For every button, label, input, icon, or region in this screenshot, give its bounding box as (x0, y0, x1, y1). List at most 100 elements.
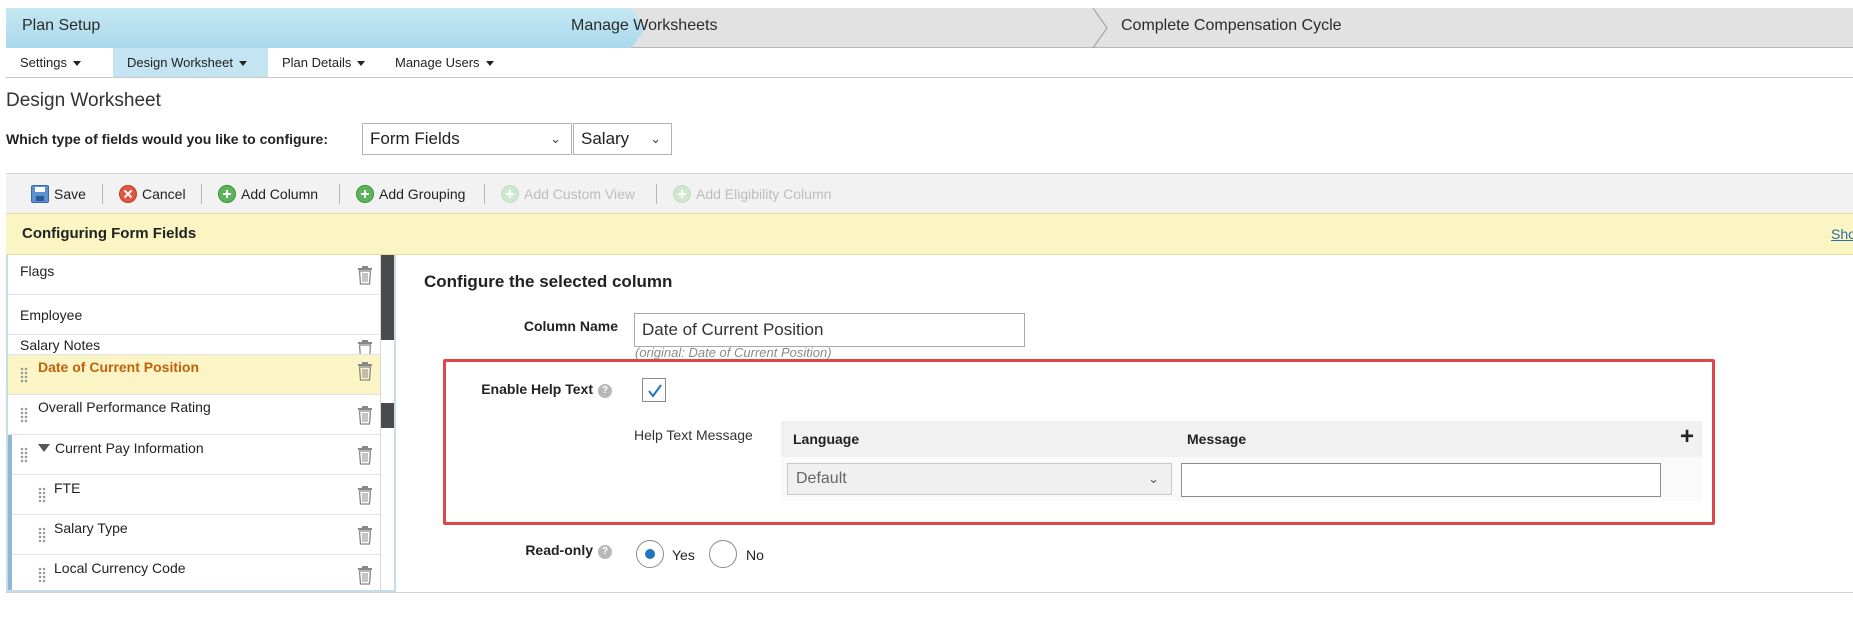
caret-down-icon (485, 61, 494, 67)
language-select-value: Default (796, 470, 847, 487)
add-eligibility-column-button[interactable]: Add Eligibility Column (673, 182, 831, 206)
step-plan-setup[interactable] (6, 8, 646, 48)
read-only-yes-radio[interactable] (636, 540, 664, 568)
list-item[interactable]: Overall Performance Rating (8, 395, 380, 435)
list-item-label: Date of Current Position (38, 359, 200, 375)
list-item-label: Current Pay Information (38, 440, 204, 456)
wizard-steps: Plan Setup Manage Worksheets Complete Co… (6, 8, 1853, 48)
help-text-table: Language Message + Default ⌄ (781, 421, 1702, 501)
drag-handle-icon[interactable] (20, 447, 28, 463)
drag-handle-icon[interactable] (20, 407, 28, 423)
enable-help-text-checkbox[interactable] (642, 378, 666, 402)
chevron-down-icon: ⌄ (650, 131, 661, 146)
subnav-plan-details[interactable]: Plan Details (268, 48, 379, 77)
column-list-panel: Flags Employee Salary Notes Date of Curr… (6, 255, 396, 592)
message-column-header: Message (1187, 431, 1247, 447)
trash-icon[interactable] (356, 525, 374, 545)
help-icon[interactable]: ? (598, 384, 612, 398)
list-item-label: Salary Type (54, 520, 128, 536)
cancel-button[interactable]: Cancel (119, 182, 186, 206)
list-item[interactable]: Employee (8, 295, 380, 335)
list-item[interactable]: Local Currency Code (8, 555, 380, 590)
toolbar-divider (656, 184, 657, 204)
list-item[interactable]: FTE (8, 475, 380, 515)
add-icon (673, 185, 691, 203)
add-grouping-label: Add Grouping (379, 186, 466, 202)
help-message-input[interactable] (1181, 463, 1661, 497)
banner-show-link[interactable]: Sho (1831, 226, 1853, 242)
trash-icon[interactable] (356, 445, 374, 465)
read-only-no-radio[interactable] (709, 540, 737, 568)
trash-icon[interactable] (356, 485, 374, 505)
add-icon (356, 185, 374, 203)
subnav-design-worksheet[interactable]: Design Worksheet (113, 48, 268, 77)
trash-icon[interactable] (356, 565, 374, 585)
step-plan-setup-label[interactable]: Plan Setup (22, 17, 100, 35)
subnav-settings[interactable]: Settings (6, 48, 95, 77)
step-separator (1091, 8, 1109, 48)
configure-title: Configure the selected column (424, 272, 673, 291)
add-custom-view-button[interactable]: Add Custom View (501, 182, 635, 206)
subnav-manage-users[interactable]: Manage Users (381, 48, 508, 77)
list-item-label: FTE (54, 480, 81, 496)
field-type-select[interactable]: Form Fields ⌄ (362, 123, 572, 155)
banner-title: Configuring Form Fields (22, 225, 197, 242)
column-name-label: Column Name (523, 318, 618, 334)
read-only-no-label: No (746, 547, 764, 563)
step-manage-worksheets-label[interactable]: Manage Worksheets (571, 17, 717, 35)
add-custom-view-label: Add Custom View (524, 186, 636, 202)
add-column-label: Add Column (241, 186, 319, 202)
scrollbar-thumb[interactable] (381, 403, 394, 428)
step-complete-cycle-label[interactable]: Complete Compensation Cycle (1121, 17, 1342, 35)
field-type-question: Which type of fields would you like to c… (6, 131, 329, 147)
drag-handle-icon[interactable] (38, 567, 46, 583)
content-bottom-border (6, 592, 1853, 593)
trash-icon[interactable] (356, 339, 374, 355)
config-banner: Configuring Form Fields Sho (6, 213, 1853, 255)
list-item-selected[interactable]: Date of Current Position (8, 355, 380, 395)
original-name-note: (original: Date of Current Position) (635, 345, 832, 360)
group-indicator (8, 435, 12, 475)
add-language-button[interactable]: + (1680, 423, 1694, 451)
help-icon[interactable]: ? (598, 545, 612, 559)
caret-down-icon (72, 61, 81, 67)
field-subtype-select[interactable]: Salary ⌄ (573, 123, 672, 155)
cancel-button-label: Cancel (142, 186, 186, 202)
enable-help-text-label: Enable Help Text? (440, 381, 612, 398)
list-item-label: Local Currency Code (54, 560, 186, 576)
trash-icon[interactable] (356, 405, 374, 425)
drag-handle-icon[interactable] (38, 527, 46, 543)
drag-handle-icon[interactable] (20, 367, 28, 383)
read-only-label-text: Read-only (525, 542, 593, 558)
list-scrollbar[interactable] (380, 255, 394, 590)
list-item-group[interactable]: Current Pay Information (8, 435, 380, 475)
save-button[interactable]: Save (31, 182, 86, 206)
sub-navigation: Settings Design Worksheet Plan Details M… (6, 48, 1853, 78)
add-icon (501, 185, 519, 203)
save-button-label: Save (54, 186, 86, 202)
add-icon (218, 185, 236, 203)
toolbar-divider (201, 184, 202, 204)
language-column-header: Language (793, 431, 860, 447)
help-text-message-label: Help Text Message (634, 427, 753, 443)
list-item-label: Employee (20, 307, 83, 323)
list-item[interactable]: Salary Type (8, 515, 380, 555)
scrollbar-thumb[interactable] (381, 255, 394, 340)
read-only-label: Read-only? (470, 542, 612, 559)
subnav-settings-label: Settings (20, 55, 67, 70)
column-name-input[interactable]: Date of Current Position (634, 313, 1025, 347)
trash-icon[interactable] (356, 361, 374, 381)
expand-triangle-icon[interactable] (38, 444, 50, 452)
help-text-table-header: Language Message + (781, 421, 1702, 457)
read-only-yes-label: Yes (672, 547, 695, 563)
list-item[interactable]: Flags (8, 255, 380, 295)
list-item[interactable]: Salary Notes (8, 335, 380, 355)
trash-icon[interactable] (356, 265, 374, 285)
drag-handle-icon[interactable] (38, 487, 46, 503)
subnav-manage-users-label: Manage Users (395, 55, 480, 70)
add-grouping-button[interactable]: Add Grouping (356, 182, 465, 206)
language-select[interactable]: Default ⌄ (787, 463, 1172, 495)
add-column-button[interactable]: Add Column (218, 182, 318, 206)
caret-down-icon (357, 61, 366, 67)
group-label: Current Pay Information (55, 440, 204, 456)
